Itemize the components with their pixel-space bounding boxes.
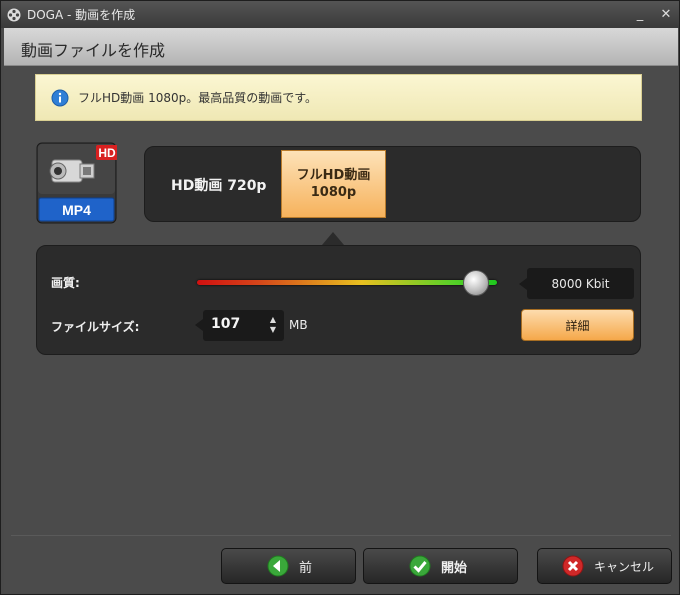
page-header: 動画ファイルを作成 bbox=[4, 28, 678, 66]
filesize-unit: MB bbox=[289, 318, 308, 332]
info-text: フルHD動画 1080p。最高品質の動画です。 bbox=[78, 91, 318, 105]
filesize-stepper[interactable]: 107 ▲ ▼ bbox=[195, 310, 284, 341]
format-option-hd-720p[interactable]: HD動画 720p bbox=[171, 175, 266, 195]
selection-pointer bbox=[322, 232, 344, 245]
filesize-value[interactable]: 107 bbox=[211, 316, 240, 332]
format-option-line2: 1080p bbox=[310, 185, 357, 200]
back-arrow-icon bbox=[267, 555, 289, 577]
footer-divider bbox=[11, 535, 671, 536]
start-button-label: 開始 bbox=[441, 560, 468, 576]
close-button[interactable]: ✕ bbox=[653, 5, 679, 25]
mp4-camcorder-icon[interactable]: HD MP4 bbox=[36, 142, 117, 224]
info-icon bbox=[51, 89, 69, 106]
quality-label: 画質: bbox=[51, 276, 80, 290]
stepper-down-icon[interactable]: ▼ bbox=[268, 325, 278, 335]
page-title: 動画ファイルを作成 bbox=[21, 41, 166, 60]
checkmark-icon bbox=[409, 555, 431, 577]
format-option-fullhd-1080p[interactable]: フルHD動画 1080p bbox=[281, 150, 386, 218]
format-selector: HD動画 720p フルHD動画 1080p bbox=[144, 146, 641, 222]
film-reel-icon bbox=[7, 8, 21, 21]
settings-panel: 画質: 8000 Kbit ファイルサイズ: 107 ▲ ▼ MB 詳細 bbox=[36, 245, 641, 355]
cancel-x-icon bbox=[562, 555, 584, 577]
hd-badge: HD bbox=[98, 146, 116, 160]
minimize-button[interactable]: _ bbox=[627, 5, 653, 25]
details-button[interactable]: 詳細 bbox=[521, 309, 634, 341]
filesize-label: ファイルサイズ: bbox=[51, 320, 140, 334]
format-option-line1: フルHD動画 bbox=[296, 168, 371, 183]
cancel-button[interactable]: キャンセル bbox=[537, 548, 672, 584]
cancel-button-label: キャンセル bbox=[594, 559, 655, 574]
app-window: DOGA - 動画を作成 _ ✕ 動画ファイルを作成 フルHD動画 1080p。… bbox=[0, 0, 680, 595]
title-bar: DOGA - 動画を作成 _ ✕ bbox=[1, 1, 679, 28]
stepper-up-icon[interactable]: ▲ bbox=[268, 315, 278, 325]
quality-slider-thumb[interactable] bbox=[463, 270, 489, 296]
start-button[interactable]: 開始 bbox=[363, 548, 518, 584]
window-title: DOGA - 動画を作成 bbox=[27, 8, 136, 22]
quality-slider[interactable] bbox=[197, 280, 497, 285]
bitrate-display: 8000 Kbit bbox=[519, 268, 634, 299]
info-banner: フルHD動画 1080p。最高品質の動画です。 bbox=[35, 74, 642, 121]
previous-button[interactable]: 前 bbox=[221, 548, 356, 584]
container-label: MP4 bbox=[62, 202, 91, 218]
stepper-arrows[interactable]: ▲ ▼ bbox=[268, 315, 278, 335]
previous-button-label: 前 bbox=[299, 560, 313, 576]
